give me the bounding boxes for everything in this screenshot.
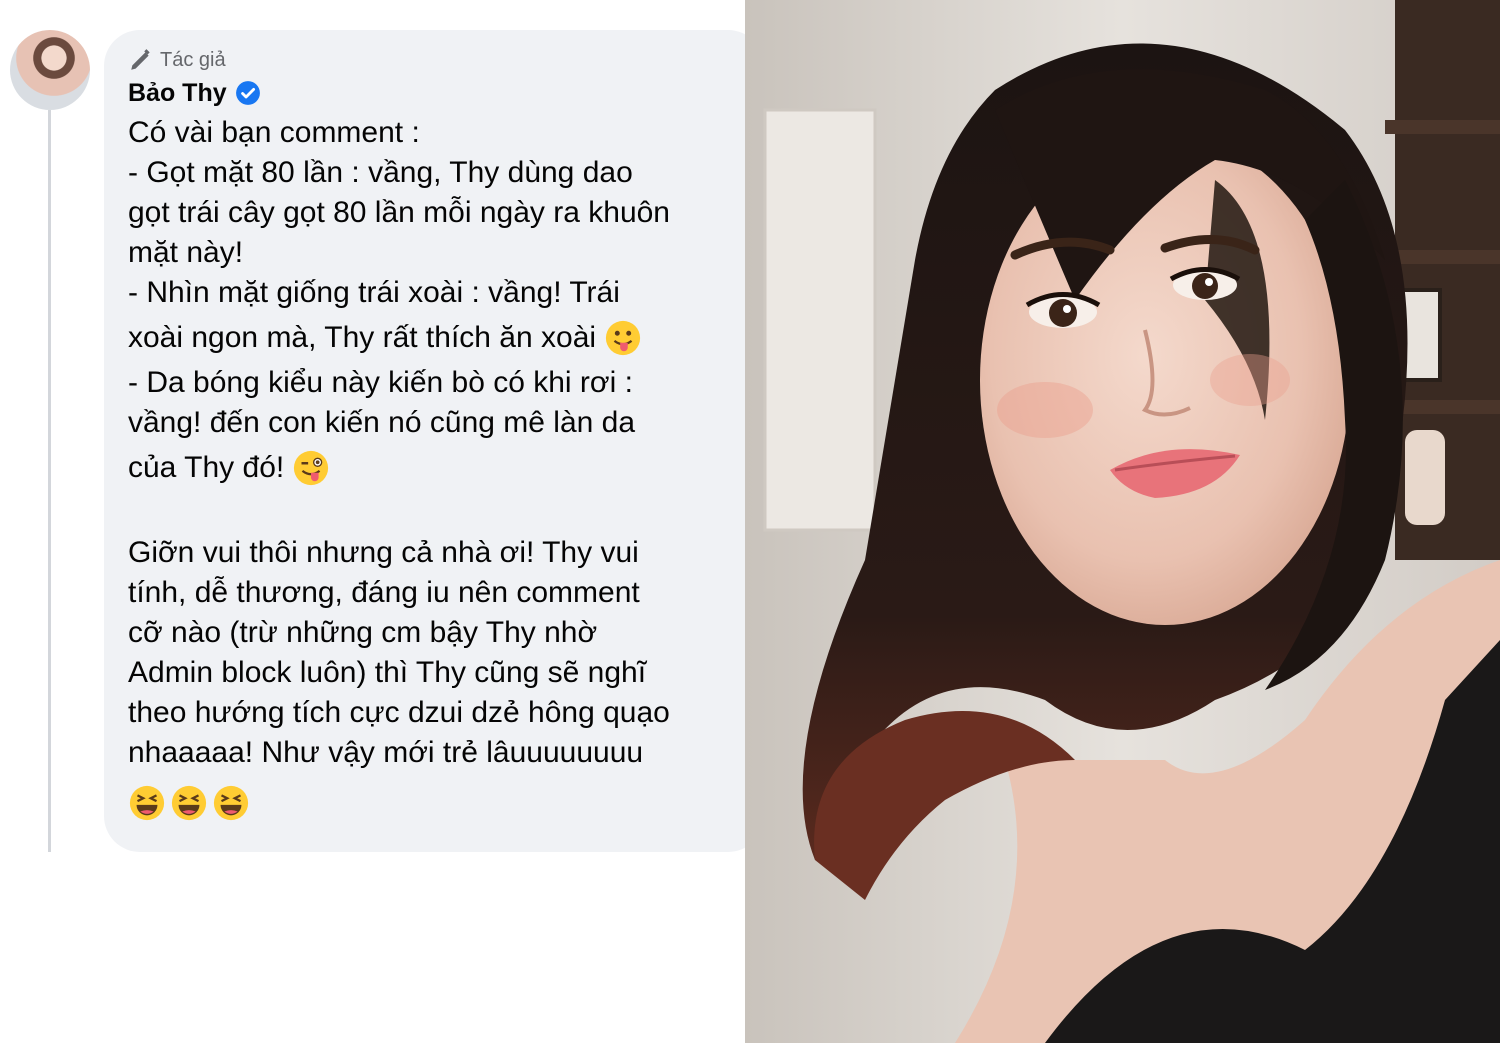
comment-line: - Gọt mặt 80 lần : vầng, Thy dùng dao — [128, 156, 633, 189]
comment-line: Admin block luôn) thì Thy cũng sẽ nghĩ — [128, 656, 647, 689]
comment-line: gọt trái cây gọt 80 lần mỗi ngày ra khuô… — [128, 196, 670, 229]
comment-line: của Thy đó! — [128, 451, 285, 484]
tongue-out-emoji-icon — [604, 319, 642, 357]
comment-line: xoài ngon mà, Thy rất thích ăn xoài — [128, 321, 597, 354]
laughing-emoji-icon — [128, 784, 166, 822]
comment-line: mặt này! — [128, 236, 244, 269]
emoji-row — [128, 777, 743, 829]
thread-line — [48, 110, 51, 852]
author-name[interactable]: Bảo Thy — [128, 79, 227, 108]
comment-text: Có vài bạn comment : - Gọt mặt 80 lần : … — [128, 113, 743, 829]
left-cheek — [997, 382, 1093, 438]
badge-label: Tác giả — [160, 48, 226, 71]
face — [980, 135, 1350, 625]
author-badge: Tác giả — [128, 44, 226, 76]
comment-panel: Tác giả Bảo Thy Có vài bạn comment : - G… — [0, 0, 745, 1043]
right-cheek — [1210, 354, 1290, 406]
laughing-emoji-icon — [170, 784, 208, 822]
laughing-emoji-icon — [212, 784, 250, 822]
comment-line: - Da bóng kiểu này kiến bò có khi rơi : — [128, 366, 633, 399]
comment-line-with-emoji: của Thy đó! — [128, 443, 743, 493]
door-panel — [763, 108, 877, 532]
selfie-photo — [745, 0, 1500, 1043]
avatar[interactable] — [10, 30, 90, 110]
winking-tongue-emoji-icon — [292, 449, 330, 487]
comment-line: vầng! đến con kiến nó cũng mê làn da — [128, 406, 636, 439]
comment-line: tính, dễ thương, đáng iu nên comment — [128, 576, 640, 609]
pen-icon — [128, 47, 154, 73]
verified-badge-icon — [235, 80, 261, 106]
comment-line-with-emoji: xoài ngon mà, Thy rất thích ăn xoài — [128, 313, 743, 363]
comment-line: nhaaaaa! Như vậy mới trẻ lâuuuuuuuu — [128, 736, 644, 769]
comment-line: Giỡn vui thôi nhưng cả nhà ơi! Thy vui — [128, 536, 639, 569]
portrait-illustration — [745, 0, 1500, 1043]
comment-line: - Nhìn mặt giống trái xoài : vầng! Trái — [128, 276, 620, 309]
author-row: Bảo Thy — [128, 76, 261, 110]
comment-line: theo hướng tích cực dzui dzẻ hông quạo — [128, 696, 670, 729]
comment-line: Có vài bạn comment : — [128, 116, 420, 149]
comment-line: cỡ nào (trừ những cm bậy Thy nhờ — [128, 616, 598, 649]
